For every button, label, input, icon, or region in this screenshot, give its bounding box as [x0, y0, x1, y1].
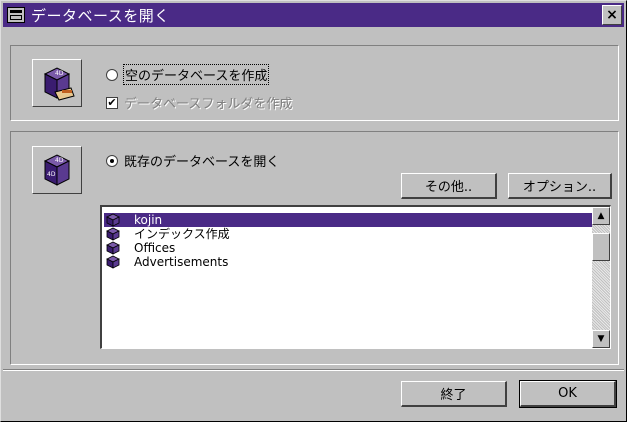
- svg-text:4D: 4D: [47, 171, 56, 178]
- list-scrollbar[interactable]: ▲ ▼: [592, 207, 610, 348]
- title-bar[interactable]: データベースを開く ×: [3, 3, 624, 27]
- new-database-icon: 4D: [32, 59, 82, 107]
- open-existing-database-option[interactable]: 既存のデータベースを開く: [106, 151, 279, 170]
- new-database-group: [10, 45, 619, 121]
- scroll-up-icon[interactable]: ▲: [592, 207, 610, 225]
- scroll-down-icon[interactable]: ▼: [592, 330, 610, 348]
- options-button[interactable]: オプション..: [508, 173, 612, 199]
- open-database-icon: 4D 4D: [32, 146, 82, 194]
- window-icon: [7, 7, 25, 23]
- list-item-label: kojin: [134, 213, 163, 227]
- window-title: データベースを開く: [31, 6, 170, 25]
- list-item-advertisements[interactable]: Advertisements: [104, 255, 592, 269]
- scroll-thumb[interactable]: [592, 233, 610, 261]
- create-empty-label: 空のデータベースを作成: [122, 64, 270, 85]
- create-empty-database-option[interactable]: 空のデータベースを作成: [106, 64, 270, 85]
- create-folder-checkbox-row[interactable]: ✔ データベースフォルダを作成: [106, 93, 292, 112]
- list-item-offices[interactable]: Offices: [104, 241, 592, 255]
- database-file-icon: [106, 213, 120, 227]
- open-existing-radio[interactable]: [106, 154, 118, 167]
- footer-divider: [3, 369, 624, 371]
- open-database-dialog: データベースを開く × 4D 空のデータベースを作成 ✔ データベースフォルダを…: [0, 0, 627, 422]
- database-file-icon: [106, 227, 120, 241]
- database-file-icon: [106, 255, 120, 269]
- database-list[interactable]: kojin インデックス作成 Offices Advertisements ▲ …: [100, 205, 611, 349]
- list-item-index[interactable]: インデックス作成: [104, 227, 592, 241]
- close-button[interactable]: ×: [602, 5, 622, 25]
- database-file-icon: [106, 241, 120, 255]
- create-folder-checkbox[interactable]: ✔: [106, 96, 118, 109]
- svg-text:4D: 4D: [55, 70, 64, 77]
- other-button[interactable]: その他..: [401, 173, 497, 199]
- open-existing-label: 既存のデータベースを開く: [124, 155, 280, 170]
- svg-text:4D: 4D: [55, 157, 64, 164]
- quit-button[interactable]: 終了: [401, 381, 507, 407]
- list-item-kojin[interactable]: kojin: [104, 213, 592, 227]
- create-empty-radio[interactable]: [106, 68, 118, 81]
- ok-button[interactable]: OK: [519, 380, 617, 408]
- create-folder-label: データベースフォルダを作成: [124, 97, 293, 112]
- list-item-label: インデックス作成: [134, 227, 230, 241]
- list-item-label: Offices: [134, 241, 176, 255]
- list-item-label: Advertisements: [134, 255, 229, 269]
